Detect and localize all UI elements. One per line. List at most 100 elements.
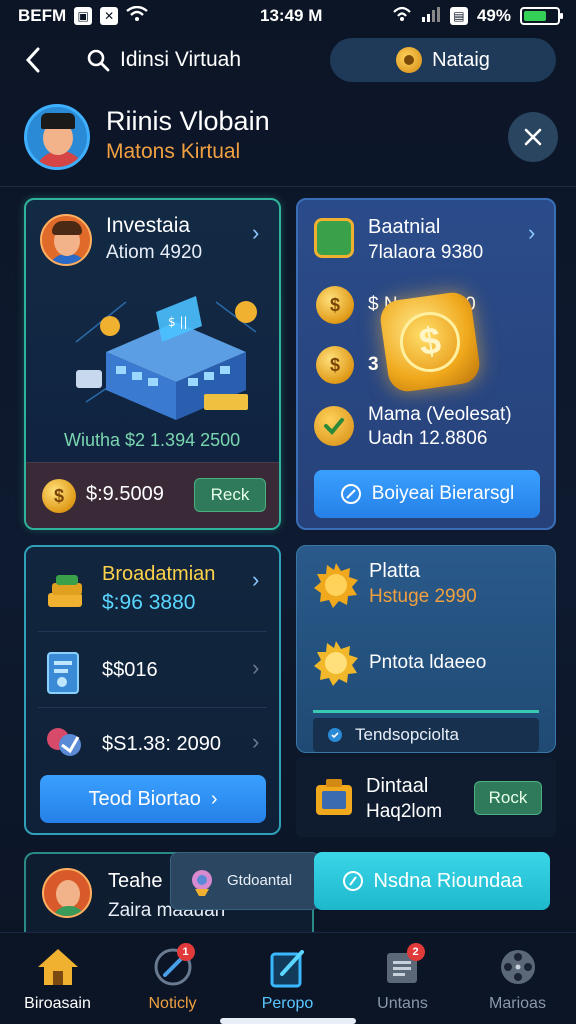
digital-subtitle: Haq2lom [366,801,443,822]
invest-card[interactable]: Investaia Atiom 4920 › $ || Wiutha $2 1.… [24,198,281,530]
home-indicator[interactable] [220,1018,356,1024]
svg-text:$ ||: $ || [168,315,188,329]
balance-card[interactable]: Baatnial 7lalaora 9380 › $ $ Nasa 2000 $… [296,198,556,530]
invest-title: Investaia [106,214,191,237]
broadcast-action-label: Teod Biortao [88,787,201,810]
broadcast-amount: $:96 3880 [102,591,196,614]
chevron-right-icon: › [210,787,218,810]
status-bar: BEFM ▣ ✕ 13:49 M ▤ 49% [0,0,576,32]
gallery-icon: ▣ [74,7,93,25]
chevron-right-icon[interactable]: › [252,220,259,246]
chevron-right-icon[interactable]: › [252,567,259,593]
wifi-icon [126,5,148,27]
gear-icon [396,47,423,73]
balance-row3-title: Mama (Veolesat) [368,404,512,425]
invest-amount: $:9.5009 [86,483,164,505]
coin-icon: $ [316,286,354,324]
chevron-right-icon[interactable]: › [252,655,259,681]
balance-action-label: Boiyeai Bierarsgl [371,483,515,504]
nav-item-home[interactable]: Biroasain [0,933,115,1024]
carrier-label: BEFM [18,6,67,25]
coin-icon: $ [316,346,354,384]
teacher-avatar [42,868,92,918]
platform-footer-label: Tendsopciolta [355,725,459,744]
teach-title: Teahe [108,870,163,892]
platform-card[interactable]: Platta Hstuge 2990 Pntota ldaeeo Tendsop… [296,545,556,753]
nav-label: Marioas [489,995,546,1012]
network-label: Nataig [432,48,490,71]
edit-icon [342,871,363,891]
nav-item-profile[interactable]: Peropo [230,933,345,1024]
nav-item-more[interactable]: Marioas [460,933,575,1024]
teach-chip[interactable]: Gtdoantal [170,852,320,910]
search-text: Idinsi Virtuah [120,48,242,71]
platform-title: Platta [369,560,421,582]
teach-action-button[interactable]: Nsdna Rioundaa [314,852,550,910]
close-icon [524,128,542,146]
nav-item-notify[interactable]: 1 Noticly [115,933,230,1024]
badge-icon [192,870,212,896]
document-icon [46,651,82,695]
balance-row2: 3 [368,354,379,375]
invest-stats: Wiutha $2 1.394 2500 [64,430,241,450]
bottom-nav: Biroasain 1 Noticly Peropo 2 Untans Mari… [0,932,576,1024]
edit-document-icon [266,945,310,989]
notification-badge: 2 [406,943,425,961]
header-divider [0,186,576,187]
broadcast-action-button[interactable]: Teod Biortao › [40,775,266,823]
broadcast-row3: $S1.38: 2090 [102,733,221,755]
digital-card[interactable]: Dintaal Haq2lom Rock [296,757,556,837]
platform-subtitle: Hstuge 2990 [369,586,477,607]
broadcast-title: Broadatmian [102,563,216,585]
notification-icon: ✕ [100,7,119,25]
balance-action-button[interactable]: Boiyeai Bierarsgl [314,470,540,518]
balance-row3-sub: Uadn 12.8806 [368,428,488,449]
top-nav: Idinsi Virtuah Nataig [0,38,576,84]
gold-coin-icon: $ [378,290,482,394]
teach-chip-label: Gtdoantal [227,872,293,889]
avatar[interactable] [24,104,90,170]
compass-icon: 1 [151,943,195,989]
sun-coin-icon [313,640,359,686]
teach-action-label: Nsdna Rioundaa [373,869,523,892]
digital-title: Dintaal [366,775,429,797]
chevron-right-icon[interactable]: › [528,220,535,246]
network-button[interactable]: Nataig [330,38,556,82]
home-icon [36,945,80,989]
balance-title: Baatnial [368,216,441,238]
film-reel-icon [496,945,540,989]
nav-label: Noticly [148,995,197,1012]
search-icon [86,48,110,72]
platform-footer[interactable]: Tendsopciolta [313,718,539,752]
money-stack-icon [44,573,86,613]
list-document-icon: 2 [381,943,425,989]
digital-rock-button[interactable]: Rock [474,781,542,815]
broadcast-card[interactable]: Broadatmian $:96 3880 › $$016 › $S1.38: … [24,545,281,835]
bank-building-illustration: $ || [75,296,257,420]
invest-footer: $ $:9.5009 Reck [26,462,279,528]
invest-subtitle: Atiom 4920 [106,242,203,263]
profile-header: Riinis Vlobain Matons Kirtual [0,100,576,180]
profile-name: Riinis Vlobain [106,106,270,136]
nav-item-transfers[interactable]: 2 Untans [345,933,460,1024]
back-button[interactable] [18,42,48,78]
battery-percent: 49% [476,6,511,25]
platform-row2: Pntota ldaeeo [369,652,487,673]
invest-read-button[interactable]: Reck [194,478,266,512]
image-icon: ▤ [449,7,468,25]
chevron-right-icon[interactable]: › [252,729,259,755]
progress-bar [313,710,539,713]
search-bar[interactable]: Idinsi Virtuah [86,42,241,78]
balance-subtitle: 7lalaora 9380 [368,242,484,263]
close-button[interactable] [508,112,558,162]
shield-check-icon [314,406,354,446]
edit-icon [340,484,361,504]
broadcast-row2: $$016 [102,659,158,681]
chevron-left-icon [25,47,40,73]
notification-badge: 1 [176,943,195,961]
dollar-coin-icon: $ [42,479,76,513]
sun-coin-icon [313,562,359,608]
profile-subtitle: Matons Kirtual [106,140,241,163]
investor-avatar [40,214,92,266]
nav-label: Peropo [261,995,314,1012]
